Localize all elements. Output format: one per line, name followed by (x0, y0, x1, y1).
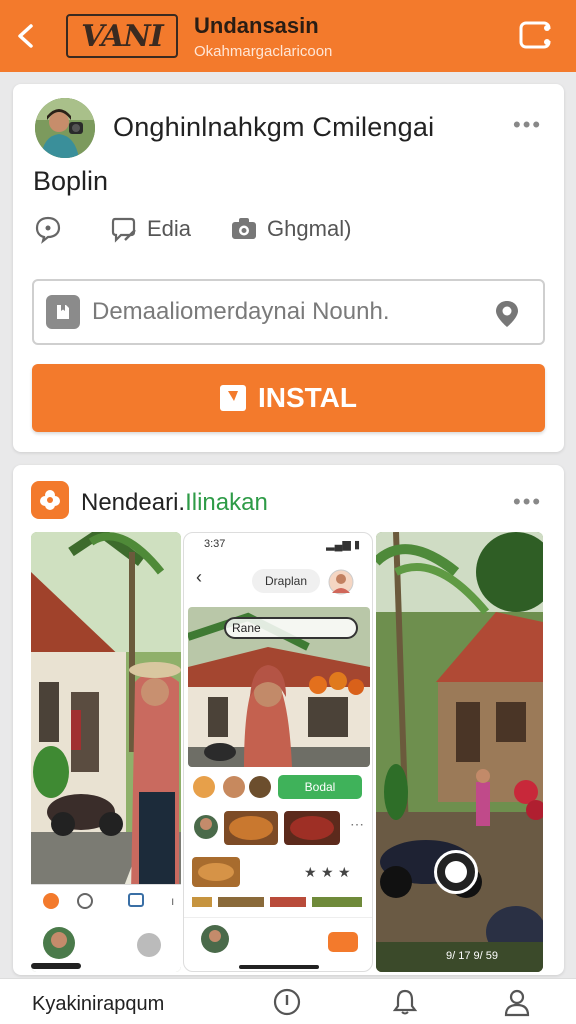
app-preview-card: Nendeari.Ilinakan ••• ı 3:37 ▂▄▆ ▮ ‹ Dra… (13, 465, 564, 975)
app-preview-title-main: Nendeari. (81, 489, 186, 516)
post-actions: Edia Ghgmal) (33, 214, 389, 244)
phone-status-time: 3:37 (204, 538, 226, 550)
edit-action-label: Edia (147, 216, 192, 241)
chevron-left-icon[interactable]: ‹ (196, 567, 202, 588)
avatar-photo (35, 98, 95, 158)
app-icon[interactable] (31, 481, 69, 519)
signal-battery-icon: ▂▄▆ ▮ (326, 539, 360, 551)
share-menu-icon (519, 21, 552, 49)
comment-action[interactable] (33, 214, 71, 244)
camera-action-label: Ghgmal) (267, 216, 352, 241)
tag-icon (46, 295, 80, 329)
install-icon (219, 385, 246, 411)
phone-thumb-strip (192, 895, 368, 909)
profile-thumb-icon (328, 569, 354, 595)
phone-status-bar: 3:37 ▂▄▆ ▮ (184, 533, 372, 555)
chat-bubble-icon (35, 216, 61, 244)
search-input[interactable] (92, 298, 472, 326)
share-menu-button[interactable] (518, 18, 554, 54)
svg-text:⋯: ⋯ (350, 816, 364, 832)
phone-header-chip[interactable]: Draplan (252, 569, 320, 593)
bell-icon[interactable] (390, 987, 420, 1017)
more-options-icon[interactable]: ••• (513, 489, 542, 515)
phone-food-row: ⋯ (192, 809, 368, 849)
person-icon[interactable] (502, 987, 532, 1017)
location-pin-icon[interactable] (493, 299, 521, 329)
phone-photo-tag-label: Rane (232, 621, 261, 635)
post-subtitle: Boplin (33, 166, 109, 196)
camera-action[interactable]: Ghgmal) (229, 214, 351, 244)
phone-green-button[interactable]: Bodal (278, 775, 362, 799)
phone-orange-button[interactable] (328, 932, 358, 952)
screenshot-tabbar: ı (31, 884, 181, 972)
app-preview-title-accent: Ilinakan (185, 489, 268, 516)
phone-bottom-bar (184, 917, 372, 971)
app-logo: VANI (66, 14, 178, 58)
screenshot-phone-mid[interactable]: 3:37 ▂▄▆ ▮ ‹ Draplan Rane Bodal ⋯ ★ ★ ★ (183, 532, 373, 972)
phone-photo-tag[interactable]: Rane (224, 617, 358, 639)
more-options-icon[interactable]: ••• (513, 112, 542, 138)
app-subtitle: Okahmargaclaricoon (194, 42, 333, 60)
village-scene-image (376, 532, 543, 972)
phone-header: ‹ Draplan (184, 557, 372, 601)
back-button[interactable] (0, 0, 52, 72)
chat-edit-icon (111, 217, 136, 243)
phone-row-actions: Bodal (192, 773, 368, 803)
edit-action[interactable]: Edia (109, 214, 191, 244)
phone-food-row-2: ★ ★ ★ (192, 855, 368, 889)
home-indicator (239, 965, 319, 969)
app-title-group: Undansasin Okahmargaclaricoon (194, 13, 332, 60)
top-app-bar: VANI Undansasin Okahmargaclaricoon (0, 0, 576, 72)
camera-icon (232, 218, 257, 239)
info-circle-icon[interactable] (272, 987, 302, 1017)
arrow-left-icon (18, 24, 33, 48)
bottom-navigation: Kyakinirapqum (0, 978, 576, 1024)
bottom-nav-label[interactable]: Kyakinirapqum (32, 993, 164, 1016)
screenshot-carousel[interactable]: ı 3:37 ▂▄▆ ▮ ‹ Draplan Rane Bodal ⋯ ★ ★ … (31, 532, 543, 972)
screenshot-village-right[interactable]: 9/ 17 9/ 59 (376, 532, 543, 972)
screenshot-village-left[interactable]: ı (31, 532, 181, 972)
install-button[interactable]: INSTAL (32, 364, 545, 432)
svg-text:★ ★ ★: ★ ★ ★ (304, 865, 351, 881)
avatar (201, 925, 229, 953)
post-card: Onghinlnahkgm Cmilengai ••• Boplin Edia (13, 84, 564, 452)
camera-shutter-button[interactable] (434, 850, 478, 894)
app-title: Undansasin (194, 12, 319, 38)
install-button-label: INSTAL (257, 382, 358, 413)
flower-icon (40, 490, 60, 510)
svg-text:ı: ı (171, 894, 174, 908)
app-preview-title: Nendeari.Ilinakan (81, 489, 268, 517)
search-field[interactable] (32, 279, 545, 345)
screenshot-caption: 9/ 17 9/ 59 (446, 950, 498, 962)
avatar[interactable] (35, 98, 95, 158)
post-title: Onghinlnahkgm Cmilengai (113, 112, 435, 142)
